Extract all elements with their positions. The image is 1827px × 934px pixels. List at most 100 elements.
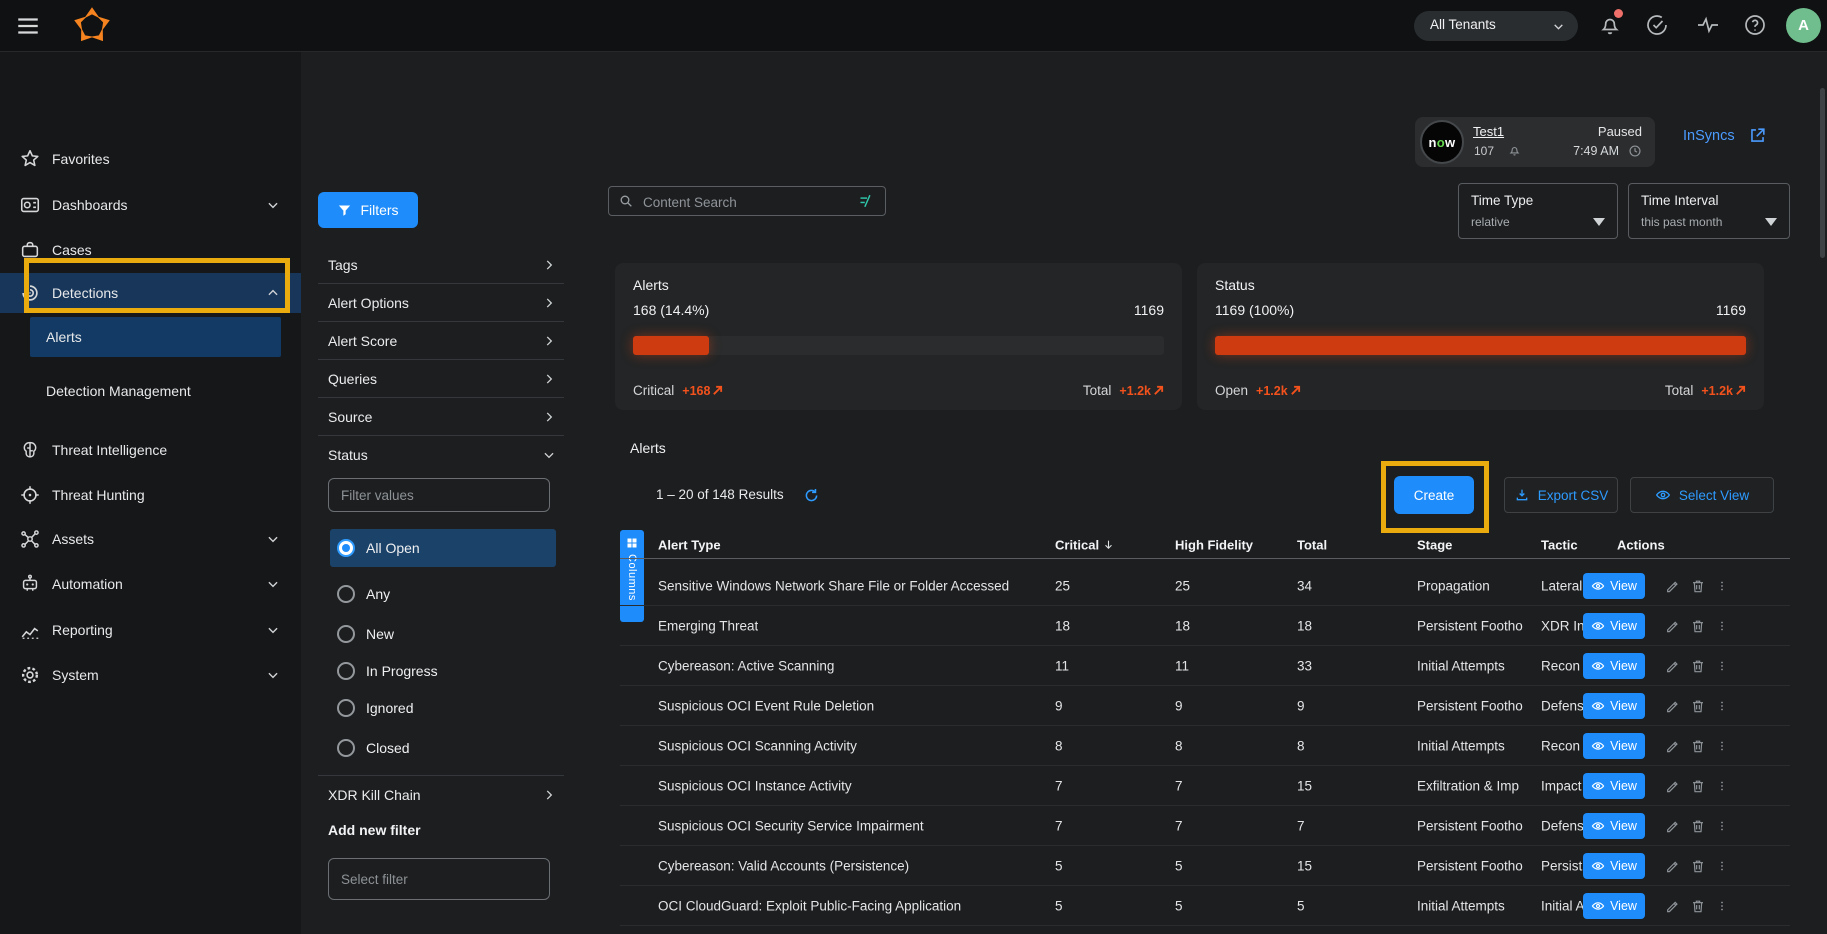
delete-trash-icon[interactable] xyxy=(1690,898,1706,914)
edit-pencil-icon[interactable] xyxy=(1665,618,1681,634)
column-header-total[interactable]: Total xyxy=(1297,538,1327,553)
filter-group-queries[interactable]: Queries xyxy=(318,360,564,398)
tasks-check-icon[interactable] xyxy=(1645,13,1669,37)
more-options-kebab-icon[interactable] xyxy=(1716,858,1728,874)
content-search-input[interactable] xyxy=(641,188,845,216)
sidebar-item-alerts[interactable]: Alerts xyxy=(30,317,281,357)
view-button[interactable]: View xyxy=(1583,853,1645,879)
view-button[interactable]: View xyxy=(1583,613,1645,639)
sidebar-item-threat-hunting[interactable]: Threat Hunting xyxy=(0,477,301,513)
select-view-button[interactable]: Select View xyxy=(1630,477,1774,513)
column-header-actions[interactable]: Actions xyxy=(1617,538,1665,553)
table-row[interactable]: Sensitive Windows Network Share File or … xyxy=(620,566,1790,606)
delete-trash-icon[interactable] xyxy=(1690,738,1706,754)
column-header-high-fidelity[interactable]: High Fidelity xyxy=(1175,538,1253,553)
query-filter-icon[interactable] xyxy=(858,193,876,209)
radio-selected-icon[interactable] xyxy=(337,539,355,557)
radio-unselected-icon[interactable] xyxy=(337,625,355,643)
activity-pulse-icon[interactable] xyxy=(1696,13,1720,37)
status-option-ignored[interactable]: Ignored xyxy=(330,689,556,727)
edit-pencil-icon[interactable] xyxy=(1665,658,1681,674)
more-options-kebab-icon[interactable] xyxy=(1716,658,1728,674)
table-row[interactable]: Suspicious OCI Event Rule Deletion999Per… xyxy=(620,686,1790,726)
column-header-tactic[interactable]: Tactic xyxy=(1541,538,1578,553)
radio-unselected-icon[interactable] xyxy=(337,585,355,603)
filter-group-status[interactable]: Status xyxy=(318,436,564,474)
scrollbar-thumb[interactable] xyxy=(1820,88,1825,258)
more-options-kebab-icon[interactable] xyxy=(1716,818,1728,834)
delete-trash-icon[interactable] xyxy=(1690,818,1706,834)
more-options-kebab-icon[interactable] xyxy=(1716,898,1728,914)
external-link-icon[interactable] xyxy=(1748,126,1767,145)
view-button[interactable]: View xyxy=(1583,653,1645,679)
more-options-kebab-icon[interactable] xyxy=(1716,618,1728,634)
sidebar-item-system[interactable]: System xyxy=(0,657,301,693)
view-button[interactable]: View xyxy=(1583,573,1645,599)
edit-pencil-icon[interactable] xyxy=(1665,858,1681,874)
status-option-closed[interactable]: Closed xyxy=(330,729,556,767)
sidebar-item-automation[interactable]: Automation xyxy=(0,566,301,602)
status-option-new[interactable]: New xyxy=(330,615,556,653)
status-option-in-progress[interactable]: In Progress xyxy=(330,652,556,690)
sidebar-item-detection-management[interactable]: Detection Management xyxy=(0,373,301,409)
filter-group-alert-options[interactable]: Alert Options xyxy=(318,284,564,322)
table-row[interactable]: Suspicious OCI Scanning Activity888Initi… xyxy=(620,726,1790,766)
user-avatar[interactable]: A xyxy=(1786,8,1821,43)
table-row[interactable]: Suspicious OCI Security Service Impairme… xyxy=(620,806,1790,846)
view-button[interactable]: View xyxy=(1583,693,1645,719)
help-icon[interactable] xyxy=(1743,13,1767,37)
sidebar-item-dashboards[interactable]: Dashboards xyxy=(0,187,301,223)
delete-trash-icon[interactable] xyxy=(1690,698,1706,714)
edit-pencil-icon[interactable] xyxy=(1665,578,1681,594)
table-row[interactable]: Emerging Threat181818Persistent FoothoXD… xyxy=(620,606,1790,646)
sidebar-item-assets[interactable]: Assets xyxy=(0,521,301,557)
select-filter-input[interactable] xyxy=(328,858,550,900)
view-button[interactable]: View xyxy=(1583,733,1645,759)
filter-group-source[interactable]: Source xyxy=(318,398,564,436)
delete-trash-icon[interactable] xyxy=(1690,578,1706,594)
column-header-alert-type[interactable]: Alert Type xyxy=(658,538,721,553)
column-header-critical[interactable]: Critical xyxy=(1055,538,1115,553)
more-options-kebab-icon[interactable] xyxy=(1716,578,1728,594)
radio-unselected-icon[interactable] xyxy=(337,739,355,757)
edit-pencil-icon[interactable] xyxy=(1665,898,1681,914)
export-csv-button[interactable]: Export CSV xyxy=(1504,477,1618,513)
hamburger-menu-icon[interactable] xyxy=(15,13,41,39)
time-interval-dropdown[interactable]: Time Interval this past month xyxy=(1628,183,1790,239)
edit-pencil-icon[interactable] xyxy=(1665,818,1681,834)
sidebar-item-cases[interactable]: Cases xyxy=(0,232,301,268)
sidebar-item-detections[interactable]: Detections xyxy=(0,273,301,313)
delete-trash-icon[interactable] xyxy=(1690,658,1706,674)
sidebar-item-reporting[interactable]: Reporting xyxy=(0,612,301,648)
table-row[interactable]: Cybereason: Active Scanning111133Initial… xyxy=(620,646,1790,686)
delete-trash-icon[interactable] xyxy=(1690,858,1706,874)
edit-pencil-icon[interactable] xyxy=(1665,698,1681,714)
create-button[interactable]: Create xyxy=(1394,476,1474,514)
table-row[interactable]: OCI CloudGuard: Exploit Public-Facing Ap… xyxy=(620,886,1790,926)
time-type-dropdown[interactable]: Time Type relative xyxy=(1458,183,1618,239)
insyncs-link[interactable]: InSyncs xyxy=(1683,128,1735,144)
edit-pencil-icon[interactable] xyxy=(1665,738,1681,754)
more-options-kebab-icon[interactable] xyxy=(1716,778,1728,794)
radio-unselected-icon[interactable] xyxy=(337,662,355,680)
sidebar-item-threat-intelligence[interactable]: Threat Intelligence xyxy=(0,432,301,468)
column-header-stage[interactable]: Stage xyxy=(1417,538,1452,553)
status-option-all-open[interactable]: All Open xyxy=(330,529,556,567)
table-row[interactable]: Cybereason: Valid Accounts (Persistence)… xyxy=(620,846,1790,886)
table-row[interactable]: Suspicious OCI Instance Activity7715Exfi… xyxy=(620,766,1790,806)
edit-pencil-icon[interactable] xyxy=(1665,778,1681,794)
more-options-kebab-icon[interactable] xyxy=(1716,698,1728,714)
view-button[interactable]: View xyxy=(1583,813,1645,839)
filter-group-xdr-kill-chain[interactable]: XDR Kill Chain xyxy=(318,775,564,814)
refresh-icon[interactable] xyxy=(803,487,820,504)
view-button[interactable]: View xyxy=(1583,773,1645,799)
more-options-kebab-icon[interactable] xyxy=(1716,738,1728,754)
delete-trash-icon[interactable] xyxy=(1690,778,1706,794)
status-option-any[interactable]: Any xyxy=(330,575,556,613)
filter-values-input[interactable] xyxy=(328,478,550,512)
delete-trash-icon[interactable] xyxy=(1690,618,1706,634)
filters-button[interactable]: Filters xyxy=(318,192,418,228)
filter-group-alert-score[interactable]: Alert Score xyxy=(318,322,564,360)
filter-group-tags[interactable]: Tags xyxy=(318,246,564,284)
integration-name[interactable]: Test1 xyxy=(1473,124,1504,139)
